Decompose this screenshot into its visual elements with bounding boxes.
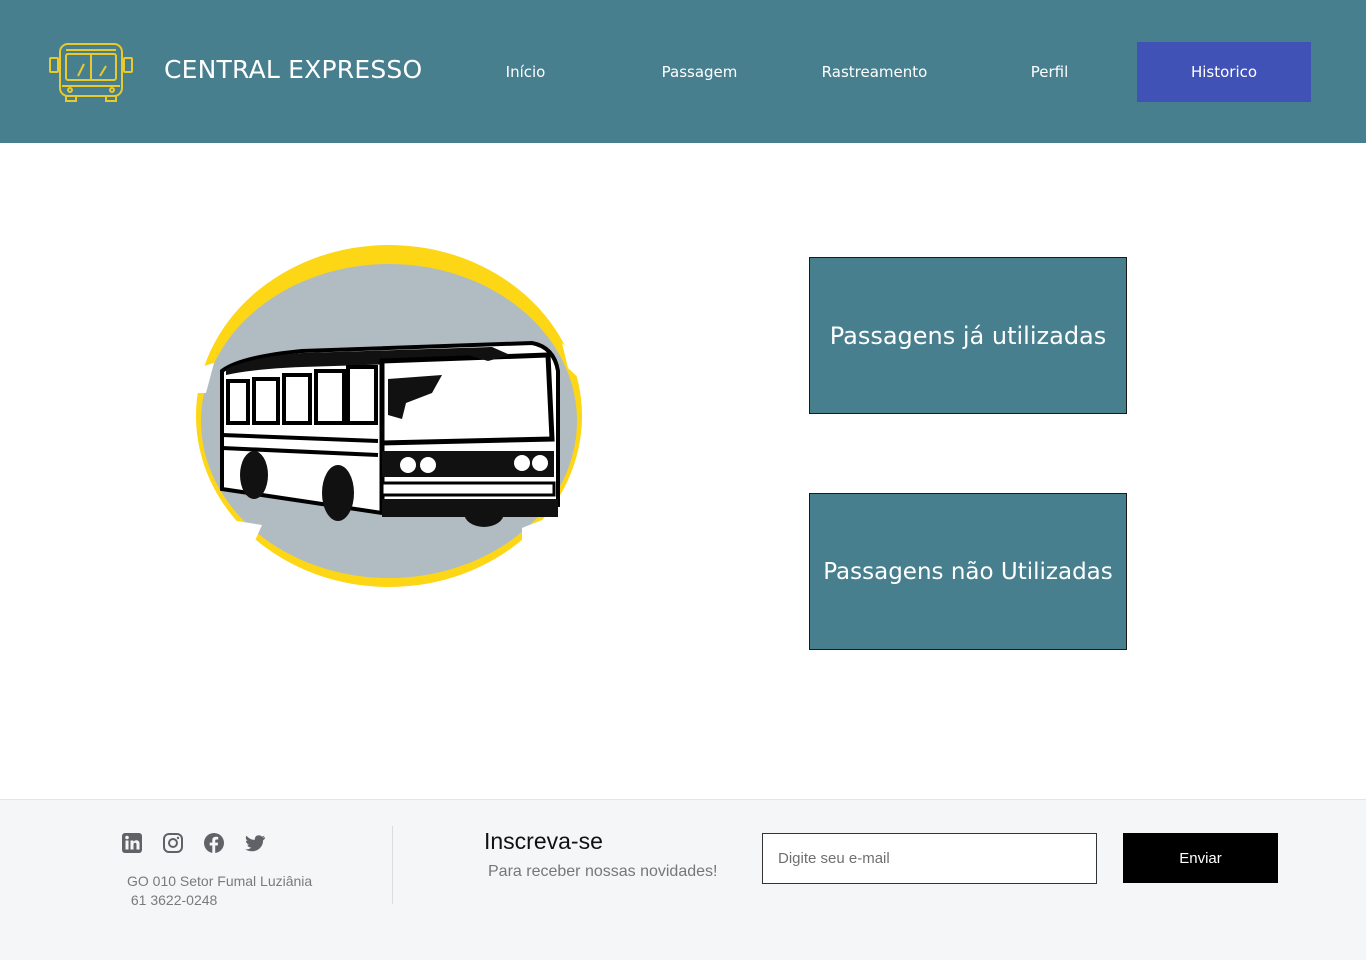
- brand-name: CENTRAL EXPRESSO: [164, 55, 423, 84]
- twitter-icon[interactable]: [244, 832, 266, 854]
- address-line: GO 010 Setor Fumal Luziânia: [127, 873, 313, 889]
- email-input[interactable]: [762, 833, 1097, 884]
- nav-perfil[interactable]: Perfil: [962, 42, 1137, 102]
- footer-address: GO 010 Setor Fumal Luziânia 61 3622-0248: [127, 872, 312, 910]
- phone-line: 61 3622-0248: [127, 892, 218, 908]
- unused-tickets-button[interactable]: Passagens não Utilizadas: [809, 493, 1127, 650]
- footer-divider: [392, 826, 393, 904]
- instagram-icon[interactable]: [162, 832, 184, 854]
- subscribe-subtitle: Para receber nossas novidades!: [488, 863, 718, 880]
- bus-outline-icon[interactable]: [48, 40, 134, 104]
- facebook-icon[interactable]: [203, 832, 225, 854]
- bus-illustration: [196, 245, 584, 587]
- subscribe-title: Inscreva-se: [484, 828, 603, 854]
- linkedin-icon[interactable]: [121, 832, 143, 854]
- nav-inicio[interactable]: Início: [438, 42, 613, 102]
- nav-passagem[interactable]: Passagem: [612, 42, 787, 102]
- send-button[interactable]: Enviar: [1123, 833, 1278, 883]
- site-header: CENTRAL EXPRESSO Início Passagem Rastrea…: [0, 0, 1366, 143]
- nav-historico[interactable]: Historico: [1137, 42, 1311, 102]
- used-tickets-button[interactable]: Passagens já utilizadas: [809, 257, 1127, 414]
- nav-rastreamento[interactable]: Rastreamento: [787, 42, 962, 102]
